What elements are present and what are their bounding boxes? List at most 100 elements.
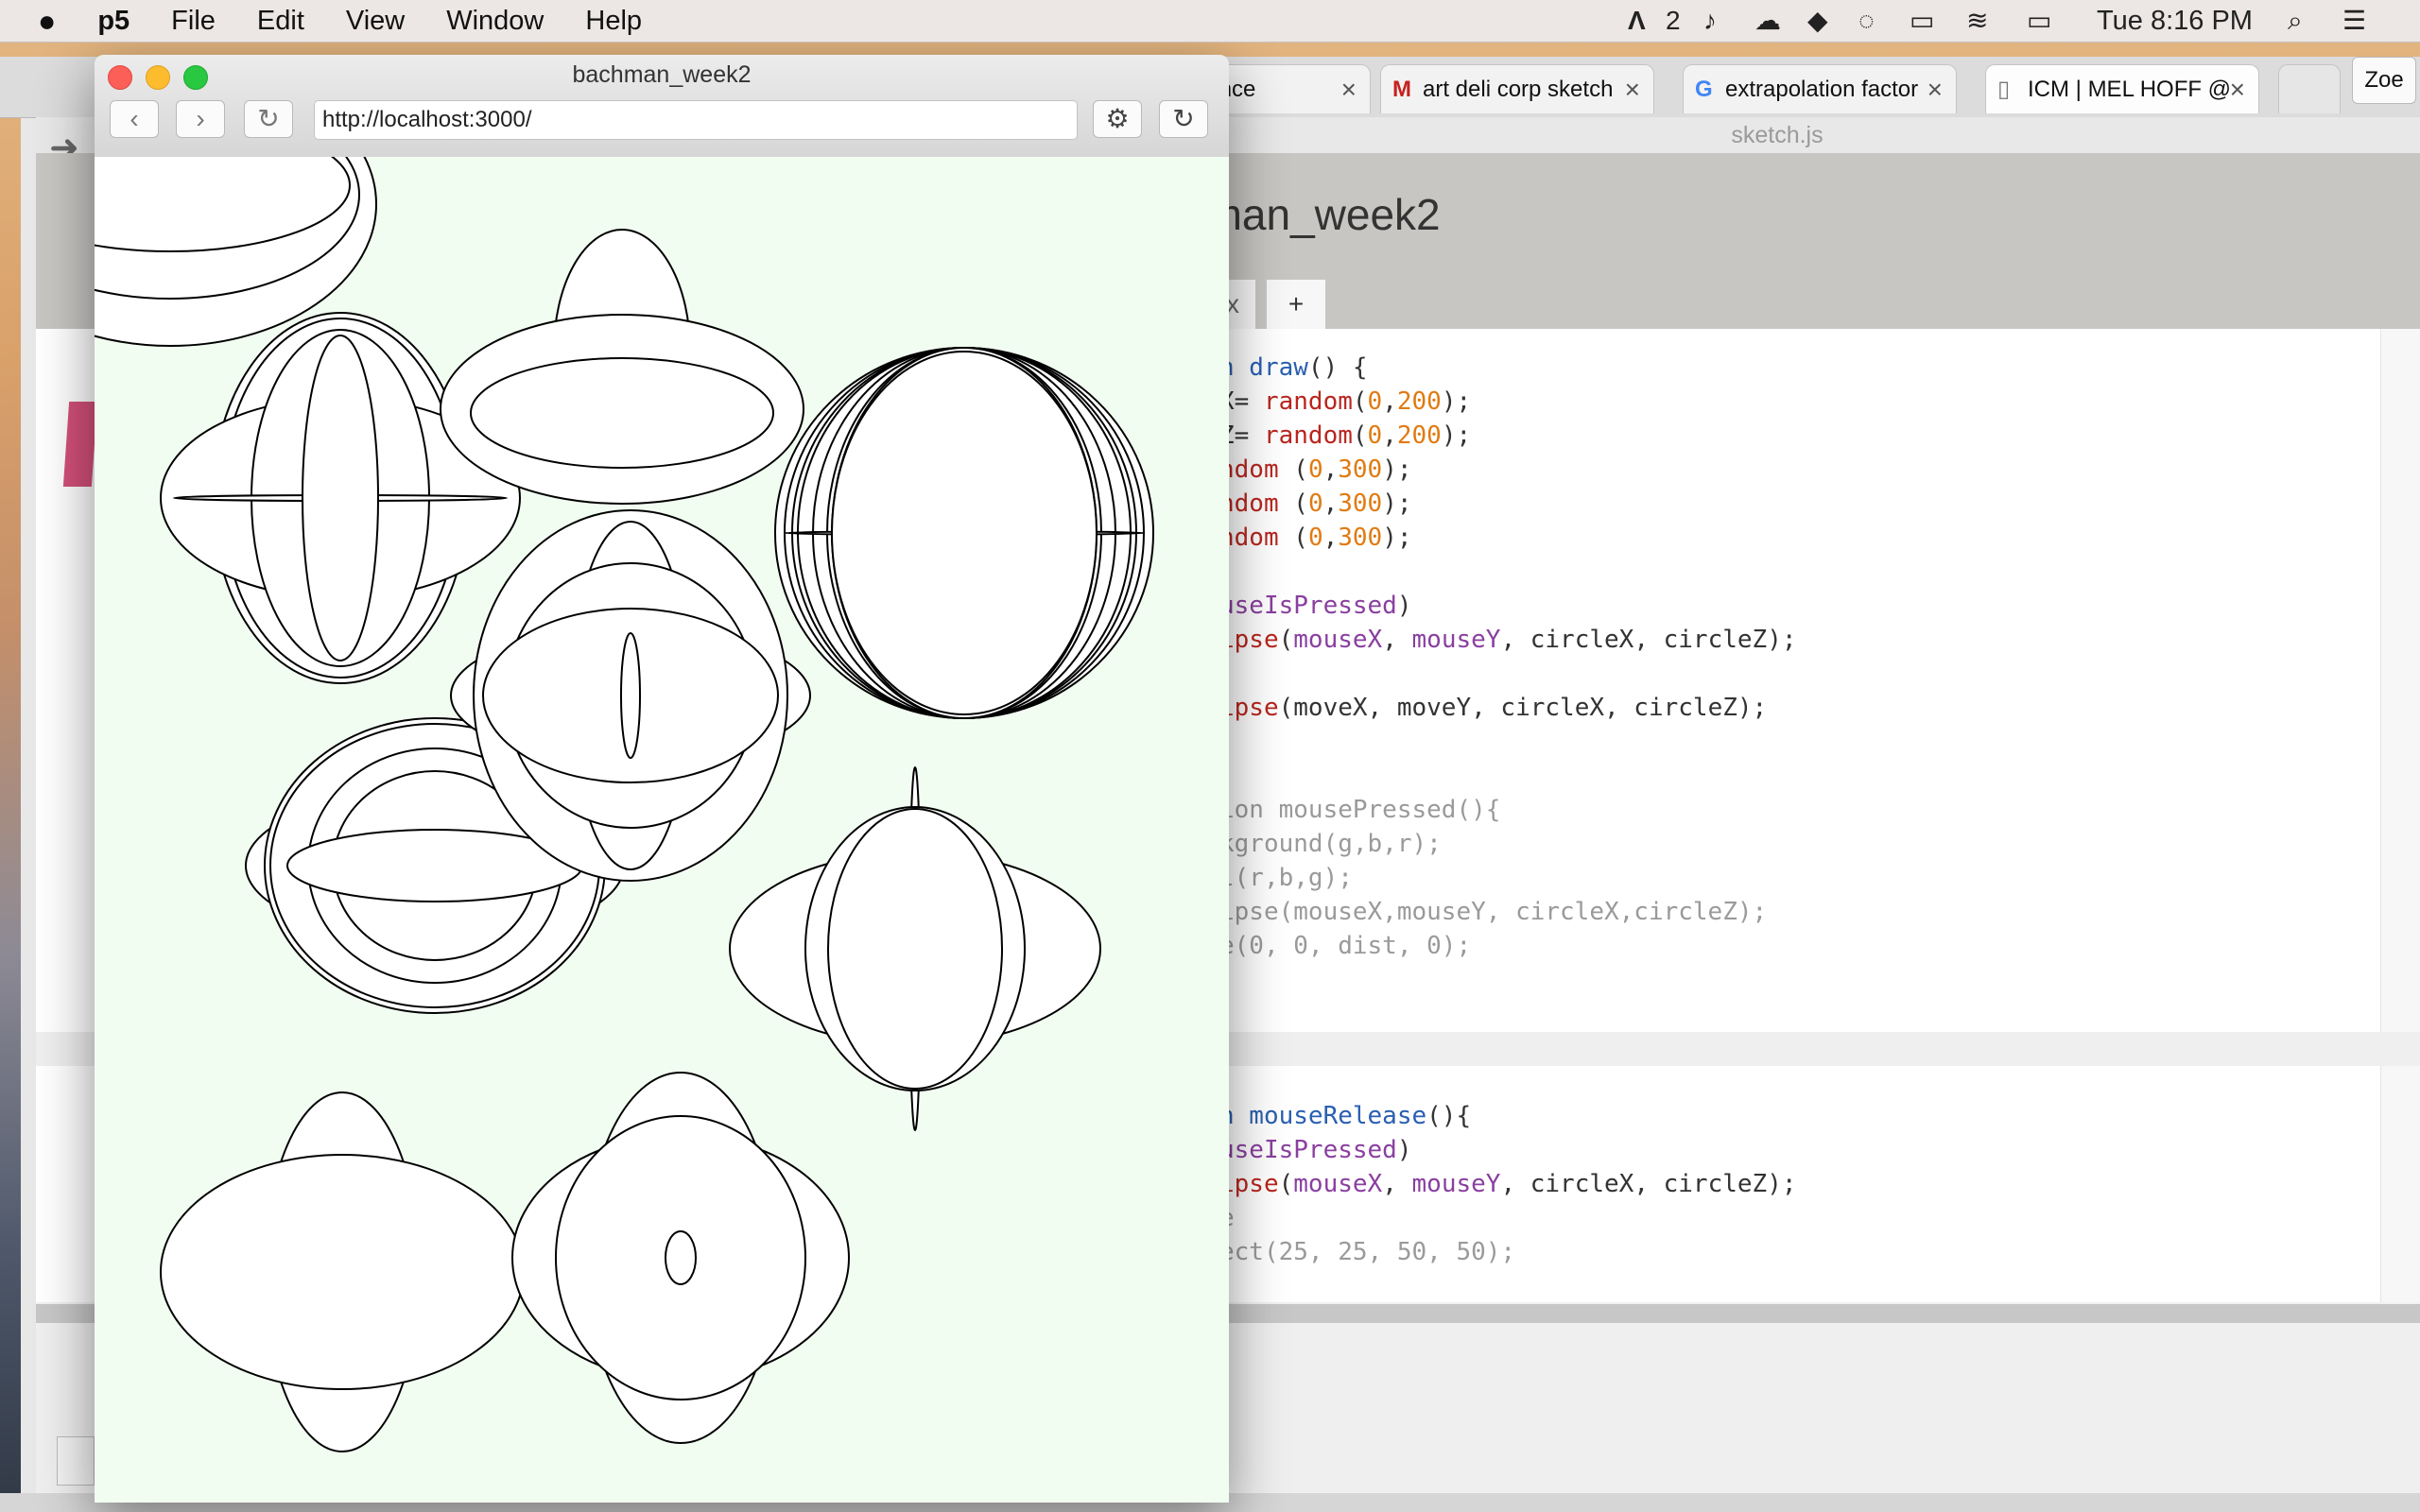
refresh-icon: ↻ [1172, 104, 1195, 133]
profile-button[interactable]: Zoe [2352, 57, 2416, 104]
menu-file[interactable]: File [171, 6, 216, 37]
code-token: (){ [1426, 1102, 1472, 1130]
gear-icon: ⚙ [1105, 104, 1130, 133]
document-icon[interactable] [57, 1436, 95, 1486]
code-line: l(r,b,g); [1219, 864, 1353, 892]
close-icon[interactable]: × [1341, 65, 1357, 113]
code-token: ( [1278, 455, 1308, 484]
tab-label: ICM | MEL HOFF @ [2028, 77, 2232, 102]
code-token: 0 [1367, 387, 1383, 416]
new-tab-button[interactable] [2278, 64, 2341, 113]
code-line: ipse(mouseX,mouseY, circleX,circleZ); [1219, 898, 1767, 926]
code-line: ion mousePressed(){ [1219, 796, 1500, 824]
menu-view[interactable]: View [346, 6, 405, 37]
bell-icon[interactable]: ♪ [1703, 6, 1717, 36]
browser-tab-active[interactable]: ▯ ICM | MEL HOFF @ × [1985, 64, 2259, 113]
code-token: , [1322, 490, 1339, 518]
code-token: , [1382, 626, 1412, 654]
code-line: ipse(moveX, moveY, circleX, circleZ); [1219, 694, 1767, 722]
add-file-tab-button[interactable]: + [1267, 280, 1325, 329]
close-icon[interactable]: × [1625, 65, 1640, 113]
code-line: Z= random(0,200); [1219, 421, 1471, 450]
code-token: useIsPressed [1219, 1136, 1397, 1164]
code-line: n mouseRelease(){ [1219, 1102, 1471, 1130]
wifi-icon[interactable]: ≋ [1966, 6, 1988, 36]
sketch-ellipse [160, 1154, 525, 1390]
code-line: useIsPressed) [1219, 592, 1412, 620]
code-line: X= random(0,200); [1219, 387, 1471, 416]
menu-help[interactable]: Help [585, 6, 642, 37]
code-token: ); [1382, 455, 1412, 484]
sketch-canvas[interactable] [95, 157, 1229, 1503]
browser-tab[interactable]: M art deli corp sketch × [1380, 64, 1654, 113]
sync-icon[interactable]: ◌ [1858, 6, 1875, 36]
dropbox-icon[interactable]: ◆ [1807, 6, 1828, 36]
menu-bar: ● p5 File Edit View Window Help [0, 0, 2420, 43]
settings-button[interactable]: ⚙ [1093, 100, 1142, 138]
sketch-ellipse [620, 632, 641, 759]
code-token: ) [1396, 1136, 1412, 1164]
code-token: 0 [1307, 490, 1323, 518]
sketch-ellipse [470, 357, 774, 469]
app-menu[interactable]: p5 [97, 6, 130, 37]
code-token: 300 [1338, 524, 1383, 552]
menu-edit[interactable]: Edit [257, 6, 304, 37]
forward-button[interactable]: › [176, 100, 225, 138]
code-token: ( [1278, 1170, 1294, 1198]
code-token: , [1322, 524, 1339, 552]
creative-cloud-icon[interactable]: ☁ [1754, 6, 1781, 36]
code-token: mouseY [1411, 626, 1501, 654]
code-token: 200 [1396, 421, 1442, 450]
code-line: e(0, 0, dist, 0); [1219, 932, 1471, 960]
close-icon[interactable]: × [1927, 65, 1943, 113]
code-token: 300 [1338, 455, 1383, 484]
desktop-item [62, 402, 98, 487]
browser-tab[interactable]: G extrapolation factor × [1683, 64, 1957, 113]
code-token: n mouseRelease [1219, 1102, 1427, 1130]
code-line: ect(25, 25, 50, 50); [1219, 1238, 1515, 1266]
code-token: (moveX, moveY, circleX, circleZ); [1278, 694, 1768, 722]
menu-window[interactable]: Window [446, 6, 544, 37]
code-token: mouseX [1293, 1170, 1383, 1198]
code-scrollbar-lower[interactable] [2380, 1066, 2420, 1302]
back-button[interactable]: ‹ [110, 100, 159, 138]
code-token: ) [1396, 592, 1412, 620]
airplay-icon[interactable]: ▭ [1910, 6, 1934, 36]
code-token: ( [1352, 387, 1368, 416]
code-token: ); [1382, 524, 1412, 552]
browser-window: bachman_week2 ‹ › ↻ http://localhost:300… [95, 55, 1229, 1503]
url-input[interactable]: http://localhost:3000/ [314, 100, 1078, 140]
code-token: ); [1441, 387, 1472, 416]
code-token: ion mousePressed(){ [1219, 796, 1501, 824]
code-token: 0 [1367, 421, 1383, 450]
code-token: 200 [1396, 387, 1442, 416]
code-token: () { [1307, 353, 1368, 382]
code-token: , [1382, 387, 1397, 416]
clock[interactable]: Tue 8:16 PM [2097, 6, 2253, 36]
page-icon: ▯ [1997, 77, 2011, 102]
reload-button[interactable]: ↻ [244, 100, 293, 138]
code-token: n draw [1219, 353, 1308, 382]
search-icon[interactable]: ⌕ [2288, 6, 2303, 36]
refresh-button[interactable]: ↻ [1159, 100, 1208, 138]
code-token: e(0, 0, dist, 0); [1219, 932, 1472, 960]
code-scrollbar[interactable] [2380, 329, 2420, 1032]
chevron-left-icon: ‹ [130, 104, 139, 133]
code-token: ); [1382, 490, 1412, 518]
code-token: l(r,b,g); [1219, 864, 1353, 892]
reload-icon: ↻ [257, 104, 280, 133]
google-icon: G [1695, 77, 1713, 102]
adobe-icon[interactable]: Λ [1628, 6, 1646, 36]
list-icon[interactable]: ☰ [2342, 6, 2366, 36]
code-token: kground(g,b,r); [1219, 830, 1442, 858]
code-line: ndom (0,300); [1219, 455, 1412, 484]
sketch-ellipse [831, 351, 1098, 715]
battery-icon[interactable]: ▭ [2027, 6, 2051, 36]
tab-label: art deli corp sketch [1423, 77, 1614, 102]
code-token: ( [1352, 421, 1368, 450]
code-token: mouseX [1293, 626, 1383, 654]
apple-menu-icon[interactable]: ● [38, 4, 56, 39]
code-line: kground(g,b,r); [1219, 830, 1442, 858]
close-icon[interactable]: × [2230, 65, 2245, 113]
code-token: 0 [1307, 455, 1323, 484]
